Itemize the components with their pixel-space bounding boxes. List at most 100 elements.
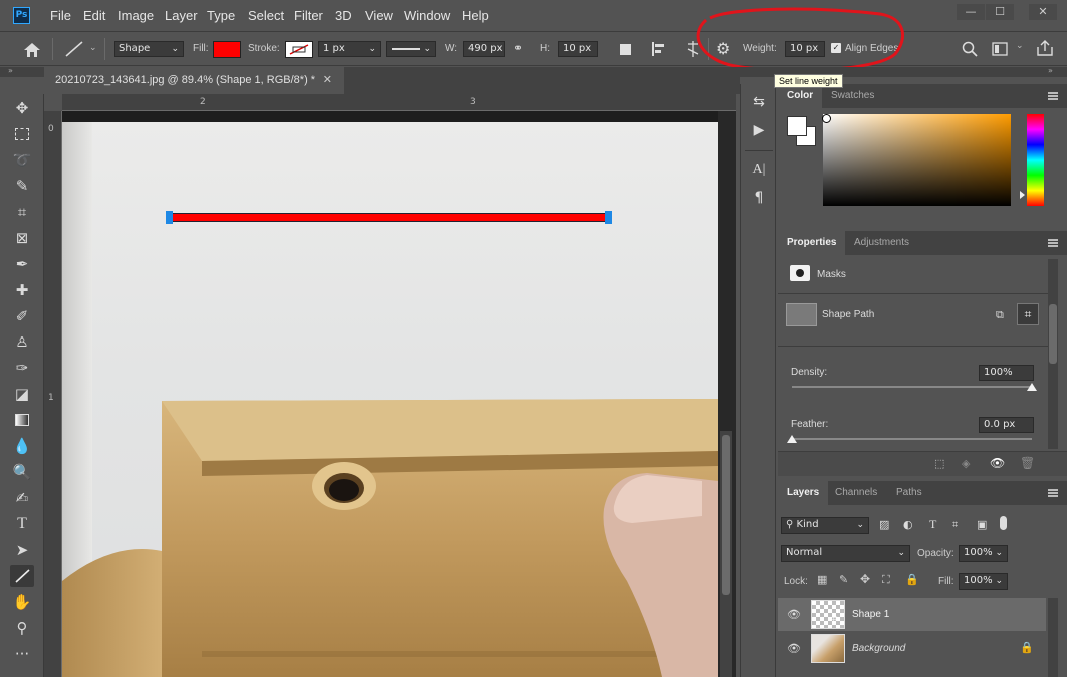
search-icon[interactable] [962,41,978,57]
anchor-handle-right[interactable] [605,211,612,224]
stroke-type-select[interactable]: ⌄ [386,41,436,57]
home-icon[interactable] [23,42,41,58]
menu-edit[interactable]: Edit [83,8,105,23]
lock-artboard-icon[interactable]: ⛶ [882,573,890,587]
hue-slider-handle[interactable] [1020,191,1025,199]
clone-stamp-tool-icon[interactable]: ♙ [10,331,34,353]
blur-tool-icon[interactable]: 💧 [10,435,34,457]
layers-scrollbar[interactable] [1048,598,1058,677]
opacity-input[interactable]: 100% ⌄ [959,545,1008,562]
filter-pixel-icon[interactable]: ▨ [879,518,889,531]
height-input[interactable]: 10 px [558,41,598,57]
pen-tool-icon[interactable]: ✍ [10,487,34,509]
eyedropper-tool-icon[interactable]: ✒ [10,253,34,275]
paragraph-icon[interactable]: ¶ [749,188,769,208]
path-selection-tool-icon[interactable]: ➤ [10,539,34,561]
panel-menu-icon[interactable] [1048,92,1058,100]
density-input[interactable]: 100% [979,365,1034,381]
menu-filter[interactable]: Filter [294,8,323,23]
panel-menu-icon[interactable] [1048,489,1058,497]
lock-position-icon[interactable]: ✥ [860,572,870,586]
workspace-icon[interactable] [992,42,1008,56]
document-tab[interactable]: 20210723_143641.jpg @ 89.4% (Shape 1, RG… [44,67,344,94]
color-picker-cursor[interactable] [822,114,831,123]
anchor-handle-left[interactable] [166,211,173,224]
dodge-tool-icon[interactable]: 🔍 [10,461,34,483]
crop-tool-icon[interactable]: ⌗ [10,201,34,223]
hue-slider[interactable] [1027,114,1044,206]
hand-tool-icon[interactable]: ✋ [10,591,34,613]
width-input[interactable]: 490 px [463,41,505,57]
move-tool-icon[interactable]: ✥ [10,97,34,119]
tab-properties[interactable]: Properties [778,231,846,255]
chevron-down-icon[interactable]: ⌄ [1016,41,1024,51]
tab-adjustments[interactable]: Adjustments [845,231,918,255]
tab-layers[interactable]: Layers [778,481,829,505]
filter-type-icon[interactable]: T [929,517,936,532]
document-canvas[interactable] [62,111,736,677]
link-icon[interactable]: ⚭ [513,41,523,55]
zoom-tool-icon[interactable]: ⚲ [10,617,34,639]
foreground-color[interactable] [787,116,807,136]
stroke-color-swatch[interactable] [285,41,313,58]
feather-input[interactable]: 0.0 px [979,417,1034,433]
close-window-button[interactable]: ✕ [1029,4,1057,20]
stroke-width-input[interactable]: 1 px ⌄ [318,41,381,57]
minimize-button[interactable]: — [957,4,985,20]
history-brush-tool-icon[interactable]: ✑ [10,357,34,379]
collapse-panels-icon[interactable]: » [1048,66,1053,75]
blend-mode-select[interactable]: Normal ⌄ [781,545,910,562]
maximize-button[interactable]: ☐ [986,4,1014,20]
fill-color-swatch[interactable] [213,41,241,58]
add-pixel-mask-icon[interactable]: ⧉ [996,308,1012,322]
type-tool-icon[interactable]: T [10,513,34,535]
history-icon[interactable]: ⇆ [749,92,769,112]
tab-channels[interactable]: Channels [826,481,886,505]
layer-row[interactable]: 👁 Background 🔒 [778,632,1046,665]
density-slider-handle[interactable] [1027,383,1037,391]
layer-row[interactable]: 👁 ⌗ Shape 1 [778,598,1046,631]
trash-icon[interactable]: 🗑 [1020,456,1035,470]
lock-all-icon[interactable]: 🔒 [905,573,919,586]
more-tools-icon[interactable]: ··· [10,643,34,665]
feather-slider[interactable] [792,438,1032,440]
marquee-tool-icon[interactable] [10,123,34,145]
density-slider[interactable] [792,386,1032,388]
layer-filter-select[interactable]: ⚲ Kind ⌄ [781,517,869,534]
menu-select[interactable]: Select [248,8,284,23]
eye-icon[interactable]: 👁 [990,456,1005,470]
actions-play-icon[interactable]: ▶ [749,120,769,140]
menu-layer[interactable]: Layer [165,8,198,23]
brush-tool-icon[interactable]: ✐ [10,305,34,327]
load-selection-icon[interactable]: ⬚ [934,457,944,470]
filter-adjustment-icon[interactable]: ◐ [903,518,913,531]
expand-toolbar-icon[interactable]: » [8,66,13,75]
menu-file[interactable]: File [50,8,71,23]
lasso-tool-icon[interactable]: ➰ [10,149,34,171]
share-icon[interactable] [1036,40,1054,57]
quick-selection-tool-icon[interactable]: ✎ [10,175,34,197]
feather-slider-handle[interactable] [787,435,797,443]
path-alignment-icon[interactable] [650,41,666,57]
eye-icon[interactable]: 👁 [787,608,801,622]
panel-menu-icon[interactable] [1048,239,1058,247]
gradient-tool-icon[interactable] [10,409,34,431]
menu-type[interactable]: Type [207,8,235,23]
lock-transparency-icon[interactable]: ▦ [817,573,827,586]
shape-path-thumbnail[interactable] [786,303,817,326]
apply-mask-icon[interactable]: ◈ [962,457,970,470]
lock-pixels-icon[interactable]: ✎ [839,573,848,586]
fill-input[interactable]: 100% ⌄ [959,573,1008,590]
menu-3d[interactable]: 3D [335,8,352,23]
filter-smart-object-icon[interactable]: ▣ [977,518,987,531]
tab-paths[interactable]: Paths [887,481,931,505]
shape-line[interactable] [170,213,608,222]
tool-mode-select[interactable]: Shape ⌄ [114,41,184,57]
menu-image[interactable]: Image [118,8,154,23]
path-operations-icon[interactable] [620,44,631,55]
healing-brush-tool-icon[interactable]: ✚ [10,279,34,301]
chevron-down-icon[interactable]: ⌄ [89,43,97,53]
eye-icon[interactable]: 👁 [787,642,801,656]
character-icon[interactable]: A| [749,160,769,180]
filter-shape-icon[interactable]: ⌗ [952,518,958,532]
